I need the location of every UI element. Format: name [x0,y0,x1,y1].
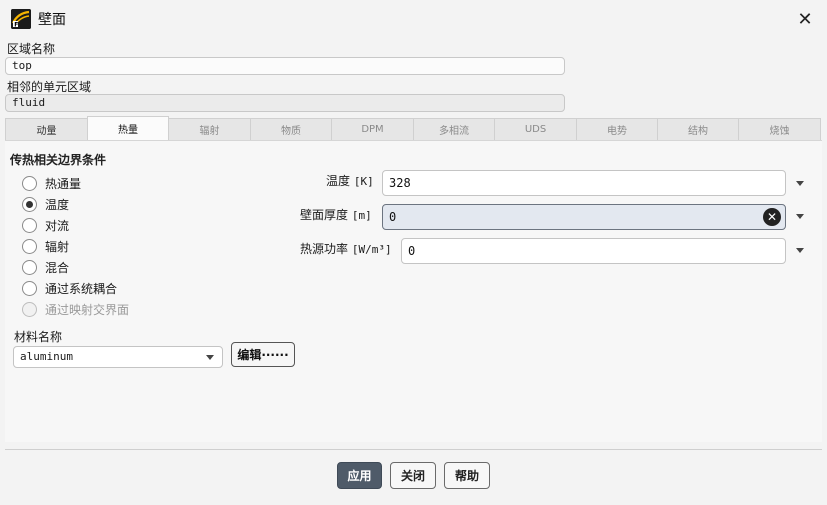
wall-thickness-input[interactable]: 0 [382,204,786,230]
zone-name-label: 区域名称 [7,42,56,56]
tab-potential[interactable]: 电势 [576,118,658,140]
heat-source-unit: [W/m³] [351,243,392,256]
footer-divider [5,449,822,450]
radio-button [22,301,37,317]
clear-icon[interactable]: ✕ [763,208,781,226]
radio-label: 通过系统耦合 [45,281,118,296]
adjacent-zone-label: 相邻的单元区域 [7,80,92,94]
material-selected-value: aluminum [20,350,73,363]
tab-bar: 动量 热量 辐射 物质 DPM 多相流 UDS 电势 结构 烧蚀 [5,116,822,140]
tab-dpm[interactable]: DPM [331,118,414,140]
adjacent-zone-field: fluid [5,94,565,112]
apply-button[interactable]: 应用 [337,462,382,489]
zone-name-input[interactable]: top [5,57,565,75]
tab-radiation[interactable]: 辐射 [168,118,251,140]
wall-thickness-unit: [m] [351,209,372,222]
close-icon[interactable]: ✕ [792,6,818,32]
radio-button[interactable] [22,259,37,275]
radio-label: 通过映射交界面 [45,302,130,317]
radio-button[interactable] [22,217,37,233]
tab-uds[interactable]: UDS [494,118,577,140]
radio-button[interactable] [22,238,37,254]
chevron-down-icon [206,355,214,360]
radio-label: 辐射 [45,239,70,254]
tab-structure[interactable]: 结构 [657,118,739,140]
material-select[interactable]: aluminum [13,346,223,368]
radio-button[interactable] [22,196,37,212]
radio-convection[interactable]: 对流 [22,216,69,234]
radio-label: 混合 [45,260,70,275]
heat-source-input[interactable]: 0 [401,238,786,264]
wall-thickness-label-text: 壁面厚度 [300,208,349,222]
radio-mixed[interactable]: 混合 [22,258,69,276]
heat-source-label-text: 热源功率 [300,242,349,256]
wall-thickness-dropdown-icon[interactable] [796,214,804,219]
temperature-input[interactable]: 328 [382,170,786,196]
help-button[interactable]: 帮助 [444,462,490,489]
tab-species[interactable]: 物质 [250,118,332,140]
heat-source-label: 热源功率 [W/m³] [300,240,392,257]
edit-material-button[interactable]: 编辑······ [231,342,295,367]
title-bar: F 壁面 ✕ [0,0,827,38]
radio-button[interactable] [22,175,37,191]
close-button[interactable]: 关闭 [390,462,436,489]
radio-label: 对流 [45,218,70,233]
temperature-dropdown-icon[interactable] [796,181,804,186]
temperature-unit: [K] [353,175,374,188]
tab-multiphase[interactable]: 多相流 [413,118,495,140]
radio-heat-flux[interactable]: 热通量 [22,174,81,192]
heat-source-dropdown-icon[interactable] [796,248,804,253]
radio-label: 温度 [45,197,70,212]
wall-thickness-label: 壁面厚度 [m] [300,206,372,223]
tab-ablation[interactable]: 烧蚀 [738,118,821,140]
app-logo-icon: F [11,9,31,29]
material-name-label: 材料名称 [14,330,63,344]
thermal-conditions-title: 传热相关边界条件 [10,153,107,167]
radio-temperature[interactable]: 温度 [22,195,69,213]
radio-radiation[interactable]: 辐射 [22,237,69,255]
temperature-label-text: 温度 [326,174,351,188]
tab-thermal[interactable]: 热量 [87,116,169,140]
radio-mapped-interface: 通过映射交界面 [22,300,129,318]
window-title: 壁面 [38,12,66,28]
radio-label: 热通量 [45,176,82,191]
svg-text:F: F [14,21,18,28]
radio-button[interactable] [22,280,37,296]
radio-system-coupling[interactable]: 通过系统耦合 [22,279,117,297]
tab-momentum[interactable]: 动量 [5,118,88,140]
temperature-label: 温度 [K] [326,172,374,189]
